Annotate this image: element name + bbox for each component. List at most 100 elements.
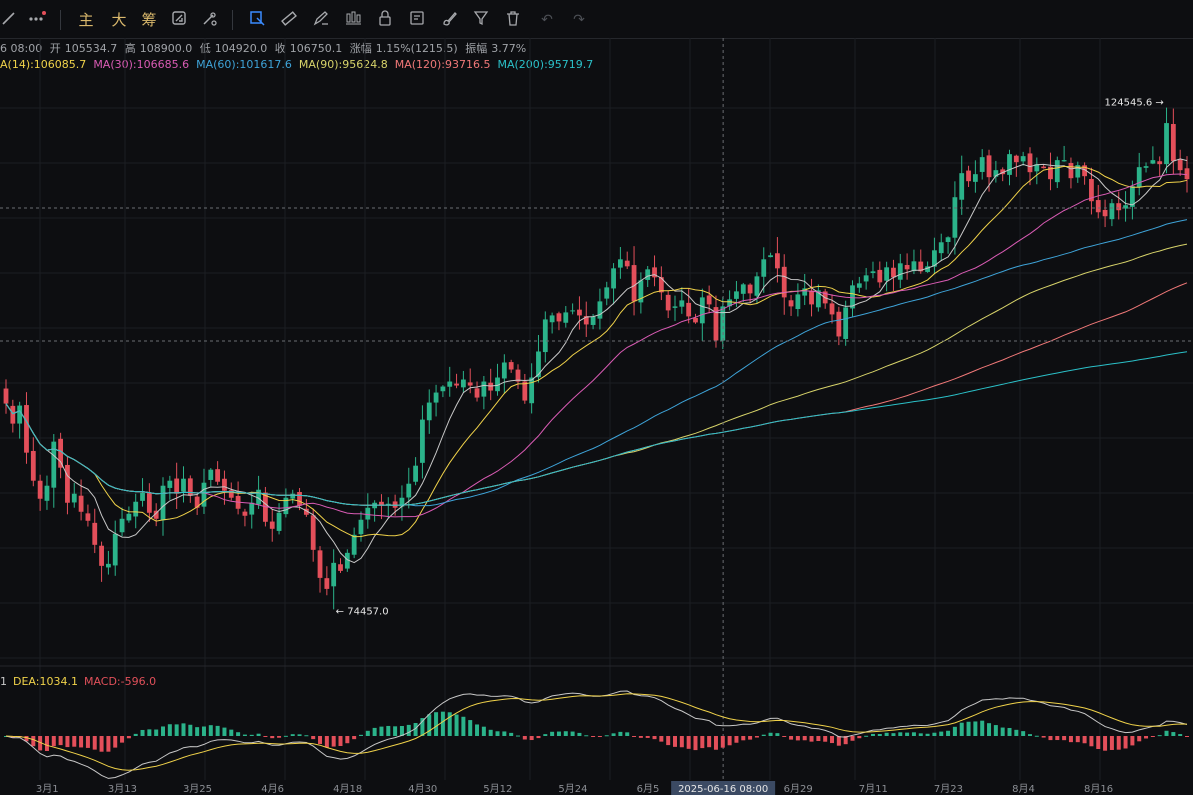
- indicator-main-button[interactable]: 主: [75, 9, 97, 31]
- candle[interactable]: [351, 527, 357, 559]
- candle[interactable]: [583, 301, 589, 337]
- candle[interactable]: [556, 311, 562, 331]
- more-icon[interactable]: [28, 9, 50, 31]
- candle[interactable]: [515, 364, 521, 389]
- candle[interactable]: [126, 506, 132, 523]
- candle[interactable]: [1116, 191, 1122, 220]
- candle[interactable]: [1136, 152, 1142, 196]
- candle[interactable]: [945, 236, 951, 254]
- note-icon[interactable]: [408, 9, 430, 31]
- candle[interactable]: [1068, 157, 1074, 189]
- candle[interactable]: [932, 237, 937, 274]
- candle[interactable]: [809, 278, 814, 317]
- candle[interactable]: [58, 432, 64, 479]
- candle[interactable]: [713, 295, 719, 348]
- candle[interactable]: [1061, 145, 1067, 162]
- candle[interactable]: [454, 373, 459, 389]
- candle[interactable]: [194, 491, 200, 515]
- candle[interactable]: [665, 290, 671, 319]
- brush-icon[interactable]: [440, 9, 462, 31]
- candle[interactable]: [1013, 154, 1019, 177]
- candle[interactable]: [1082, 162, 1088, 185]
- candle[interactable]: [938, 233, 944, 261]
- candle[interactable]: [768, 252, 773, 258]
- candle[interactable]: [1034, 157, 1040, 185]
- candle[interactable]: [1170, 108, 1176, 175]
- undo-icon[interactable]: ↶: [536, 9, 558, 31]
- candle[interactable]: [51, 434, 57, 508]
- candle[interactable]: [358, 511, 364, 542]
- candle[interactable]: [92, 508, 98, 554]
- candle[interactable]: [242, 508, 248, 527]
- candle[interactable]: [140, 478, 145, 507]
- candle[interactable]: [119, 507, 125, 537]
- candle[interactable]: [1164, 107, 1169, 174]
- candle[interactable]: [1123, 191, 1128, 222]
- candle[interactable]: [385, 497, 391, 519]
- indicator-big-button[interactable]: 大: [108, 9, 130, 31]
- candle[interactable]: [1177, 149, 1183, 176]
- candle[interactable]: [249, 491, 255, 529]
- candle[interactable]: [420, 405, 425, 479]
- candle[interactable]: [781, 254, 787, 315]
- price-chart[interactable]: 124545.6 → ← 74457.0 3月1 3月13 3月25 4月6 4月18 4月3…: [0, 38, 1193, 795]
- candle[interactable]: [877, 261, 883, 288]
- pen-icon[interactable]: [312, 9, 334, 31]
- candle[interactable]: [338, 558, 343, 573]
- candle[interactable]: [672, 295, 678, 322]
- candle[interactable]: [269, 508, 275, 542]
- candle[interactable]: [71, 483, 77, 508]
- select-frame-icon[interactable]: [248, 9, 270, 31]
- candle[interactable]: [460, 370, 466, 393]
- candle[interactable]: [413, 457, 418, 486]
- candle[interactable]: [1143, 162, 1149, 173]
- candle[interactable]: [740, 282, 746, 303]
- candle[interactable]: [426, 389, 432, 434]
- candle[interactable]: [501, 354, 507, 394]
- candle[interactable]: [897, 253, 903, 289]
- candle[interactable]: [324, 566, 330, 596]
- candle[interactable]: [37, 474, 43, 511]
- candles-icon[interactable]: [344, 9, 366, 31]
- candle[interactable]: [863, 267, 869, 290]
- candle[interactable]: [1109, 199, 1115, 227]
- candle[interactable]: [570, 303, 576, 315]
- candle[interactable]: [290, 489, 296, 504]
- lock-icon[interactable]: [376, 9, 398, 31]
- candle[interactable]: [331, 549, 337, 610]
- candle[interactable]: [549, 312, 555, 334]
- candle[interactable]: [215, 461, 221, 485]
- candle[interactable]: [843, 300, 849, 346]
- candle[interactable]: [850, 280, 855, 317]
- candle[interactable]: [631, 246, 637, 316]
- candle[interactable]: [208, 468, 214, 487]
- candle[interactable]: [10, 399, 16, 433]
- candle[interactable]: [433, 384, 439, 417]
- candle[interactable]: [1048, 152, 1053, 191]
- candle[interactable]: [1102, 199, 1108, 228]
- candle[interactable]: [856, 276, 862, 293]
- candle[interactable]: [884, 261, 890, 292]
- candle[interactable]: [1075, 161, 1081, 183]
- candle[interactable]: [617, 246, 623, 279]
- candle[interactable]: [542, 311, 548, 363]
- candle[interactable]: [201, 468, 207, 514]
- candle[interactable]: [181, 466, 186, 503]
- candle[interactable]: [966, 165, 971, 188]
- ruler-icon[interactable]: [280, 9, 302, 31]
- candle[interactable]: [597, 288, 603, 330]
- candle[interactable]: [30, 437, 36, 487]
- candle[interactable]: [99, 541, 104, 582]
- candle[interactable]: [303, 499, 309, 517]
- indicator-chip-button[interactable]: 筹: [138, 9, 160, 31]
- candle[interactable]: [1150, 146, 1156, 165]
- candle[interactable]: [488, 368, 494, 401]
- drawing-sync-icon[interactable]: [170, 9, 192, 31]
- candle[interactable]: [788, 295, 794, 316]
- candle[interactable]: [891, 259, 896, 291]
- candle[interactable]: [979, 149, 985, 180]
- candle[interactable]: [658, 266, 664, 301]
- candle[interactable]: [904, 253, 910, 280]
- drawing-settings-icon[interactable]: [200, 9, 222, 31]
- redo-icon[interactable]: ↷: [568, 9, 590, 31]
